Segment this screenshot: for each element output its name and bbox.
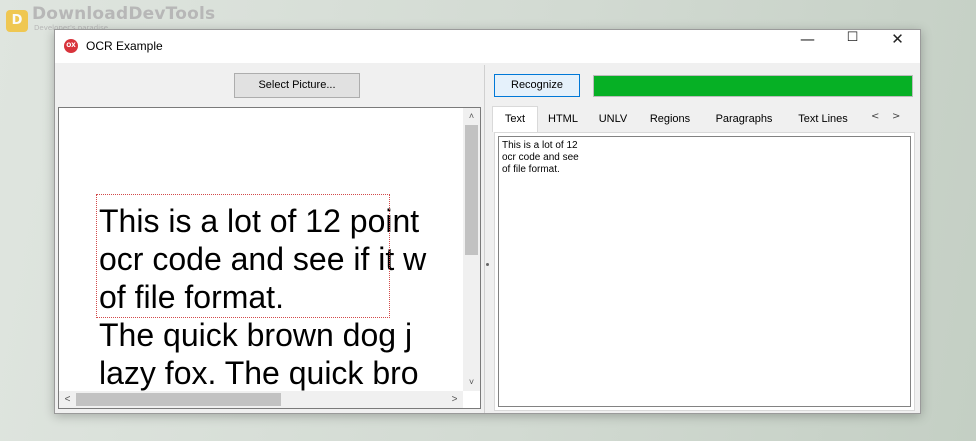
scroll-up-icon[interactable]: ˄ xyxy=(463,108,480,125)
vertical-scrollbar[interactable]: ˄ ˅ xyxy=(463,108,480,391)
ocr-text-line: of file format. xyxy=(502,164,560,175)
horizontal-scroll-thumb[interactable] xyxy=(76,393,281,406)
watermark-title: DownloadDevTools xyxy=(32,4,216,24)
selection-rectangle[interactable] xyxy=(96,194,390,318)
recognize-button[interactable]: Recognize xyxy=(494,74,580,97)
tab-regions[interactable]: Regions xyxy=(638,107,702,131)
tab-text[interactable]: Text xyxy=(492,106,538,132)
vertical-scroll-thumb[interactable] xyxy=(465,125,478,255)
ocr-text-line: This is a lot of 12 xyxy=(502,140,578,151)
result-tabs: Text HTML UNLV Regions Paragraphs Text L… xyxy=(492,106,916,132)
app-icon: OX xyxy=(64,39,78,53)
image-viewer[interactable]: This is a lot of 12 point ocr code and s… xyxy=(58,107,481,409)
select-picture-button[interactable]: Select Picture... xyxy=(234,73,360,98)
app-window: OX OCR Example — ☐ ✕ Select Picture... T… xyxy=(54,29,921,414)
tab-scroll-right-icon[interactable]: > xyxy=(892,111,900,122)
tab-paragraphs[interactable]: Paragraphs xyxy=(704,107,784,131)
watermark-logo-icon: D xyxy=(6,10,28,32)
tab-unlv[interactable]: UNLV xyxy=(590,107,636,131)
image-text-line: The quick brown dog j xyxy=(99,317,413,353)
close-button[interactable]: ✕ xyxy=(875,30,920,63)
progress-bar xyxy=(593,75,913,97)
horizontal-scrollbar[interactable]: < > xyxy=(59,391,463,408)
progress-fill xyxy=(594,76,912,96)
image-pane: Select Picture... This is a lot of 12 po… xyxy=(55,65,484,413)
scroll-right-icon[interactable]: > xyxy=(446,391,463,408)
tab-scroll-left-icon[interactable]: < xyxy=(871,111,879,122)
maximize-button[interactable]: ☐ xyxy=(830,30,875,63)
tab-html[interactable]: HTML xyxy=(538,107,588,131)
ocr-text-line: ocr code and see xyxy=(502,152,579,163)
result-pane: Recognize Text HTML UNLV Regions Paragra… xyxy=(489,65,920,413)
scroll-left-icon[interactable]: < xyxy=(59,391,76,408)
image-text-line: lazy fox. The quick bro xyxy=(99,355,419,391)
ocr-result-textbox[interactable]: This is a lot of 12 ocr code and see of … xyxy=(498,136,911,407)
title-bar[interactable]: OX OCR Example — ☐ ✕ xyxy=(55,30,920,63)
window-title: OCR Example xyxy=(86,39,163,53)
scroll-down-icon[interactable]: ˅ xyxy=(463,374,480,391)
tab-content-text: This is a lot of 12 ocr code and see of … xyxy=(494,132,915,411)
minimize-button[interactable]: — xyxy=(785,30,830,63)
tab-text-lines[interactable]: Text Lines xyxy=(786,107,860,131)
